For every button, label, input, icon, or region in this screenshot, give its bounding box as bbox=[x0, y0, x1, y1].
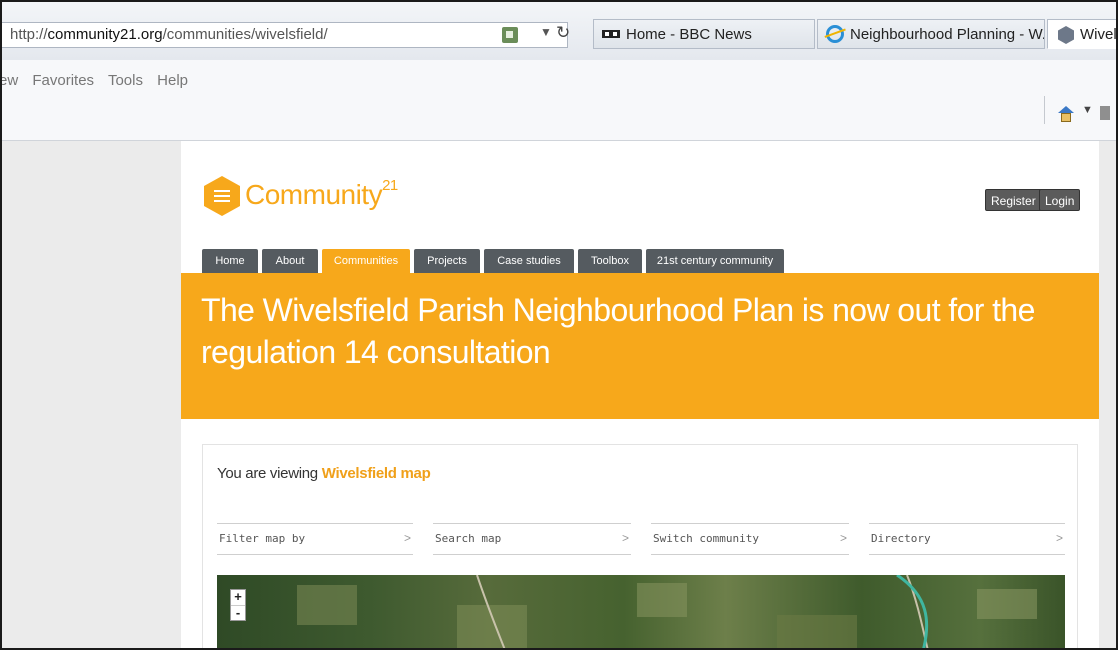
nav-tab-home[interactable]: Home bbox=[202, 249, 258, 273]
tab-label: Neighbourhood Planning - W... bbox=[850, 26, 1045, 43]
home-dropdown-icon[interactable]: ▼ bbox=[1082, 104, 1093, 116]
zoom-in-button[interactable]: + bbox=[231, 590, 245, 606]
command-separator bbox=[1044, 96, 1045, 124]
site-logo[interactable]: Community21 bbox=[245, 177, 398, 211]
tab-wivelsfield[interactable]: Wivelsf bbox=[1047, 19, 1117, 49]
menu-item-favorites[interactable]: Favorites bbox=[32, 72, 94, 89]
nav-tab-case-studies[interactable]: Case studies bbox=[484, 249, 574, 273]
ie-favicon-icon bbox=[826, 25, 844, 43]
map-panel: You are viewing Wivelsfield map Filter m… bbox=[203, 445, 1077, 648]
feeds-icon[interactable] bbox=[1100, 106, 1110, 120]
menu-bar: ew Favorites Tools Help bbox=[2, 72, 198, 89]
address-tab-bar: http://community21.org/communities/wivel… bbox=[2, 2, 1116, 61]
filter-map-by[interactable]: Filter map by > bbox=[217, 523, 413, 555]
nav-tab-communities[interactable]: Communities bbox=[322, 249, 410, 273]
browser-window: http://community21.org/communities/wivel… bbox=[0, 0, 1118, 650]
search-map[interactable]: Search map > bbox=[433, 523, 631, 555]
community21-logo-icon[interactable] bbox=[204, 176, 240, 216]
chevron-right-icon: > bbox=[621, 531, 629, 545]
bbc-favicon-icon bbox=[602, 30, 620, 38]
menu-command-bar: ew Favorites Tools Help ▼ bbox=[2, 60, 1116, 141]
chevron-right-icon: > bbox=[839, 531, 847, 545]
hexagon-favicon-icon bbox=[1058, 26, 1074, 44]
tab-label: Home - BBC News bbox=[626, 26, 752, 43]
refresh-icon[interactable]: ↻ bbox=[556, 23, 570, 43]
switch-community[interactable]: Switch community > bbox=[651, 523, 849, 555]
viewing-community-name: Wivelsfield map bbox=[321, 465, 431, 482]
tab-label: Wivelsf bbox=[1080, 26, 1117, 43]
home-icon[interactable] bbox=[1058, 106, 1074, 122]
url-text[interactable]: http://community21.org/communities/wivel… bbox=[10, 26, 328, 43]
satellite-map[interactable]: + - bbox=[217, 575, 1065, 648]
nav-tab-projects[interactable]: Projects bbox=[414, 249, 480, 273]
zoom-out-button[interactable]: - bbox=[231, 606, 245, 621]
banner-title: The Wivelsfield Parish Neighbourhood Pla… bbox=[201, 292, 1035, 370]
map-zoom-control: + - bbox=[230, 589, 246, 621]
menu-item-view[interactable]: ew bbox=[2, 72, 18, 89]
directory[interactable]: Directory > bbox=[869, 523, 1065, 555]
menu-item-help[interactable]: Help bbox=[157, 72, 188, 89]
tab-neighbourhood-planning[interactable]: Neighbourhood Planning - W... bbox=[817, 19, 1045, 49]
viewing-heading: You are viewing Wivelsfield map bbox=[217, 465, 431, 482]
chevron-right-icon: > bbox=[1055, 531, 1063, 545]
nav-tab-21st-century-community[interactable]: 21st century community bbox=[646, 249, 784, 273]
compatibility-view-icon[interactable] bbox=[502, 27, 518, 43]
map-features bbox=[297, 575, 1037, 648]
menu-item-tools[interactable]: Tools bbox=[108, 72, 143, 89]
register-button[interactable]: Register bbox=[985, 189, 1042, 211]
nav-tab-about[interactable]: About bbox=[262, 249, 318, 273]
site-container: Community21 Register Login Home About Co… bbox=[181, 141, 1099, 648]
login-button[interactable]: Login bbox=[1039, 189, 1081, 211]
nav-tab-toolbox[interactable]: Toolbox bbox=[578, 249, 642, 273]
banner: The Wivelsfield Parish Neighbourhood Pla… bbox=[181, 273, 1099, 419]
address-bar[interactable]: http://community21.org/communities/wivel… bbox=[2, 22, 570, 48]
tab-bbc-news[interactable]: Home - BBC News bbox=[593, 19, 815, 49]
address-dropdown-icon[interactable]: ▼ bbox=[540, 25, 552, 39]
chevron-right-icon: > bbox=[403, 531, 411, 545]
